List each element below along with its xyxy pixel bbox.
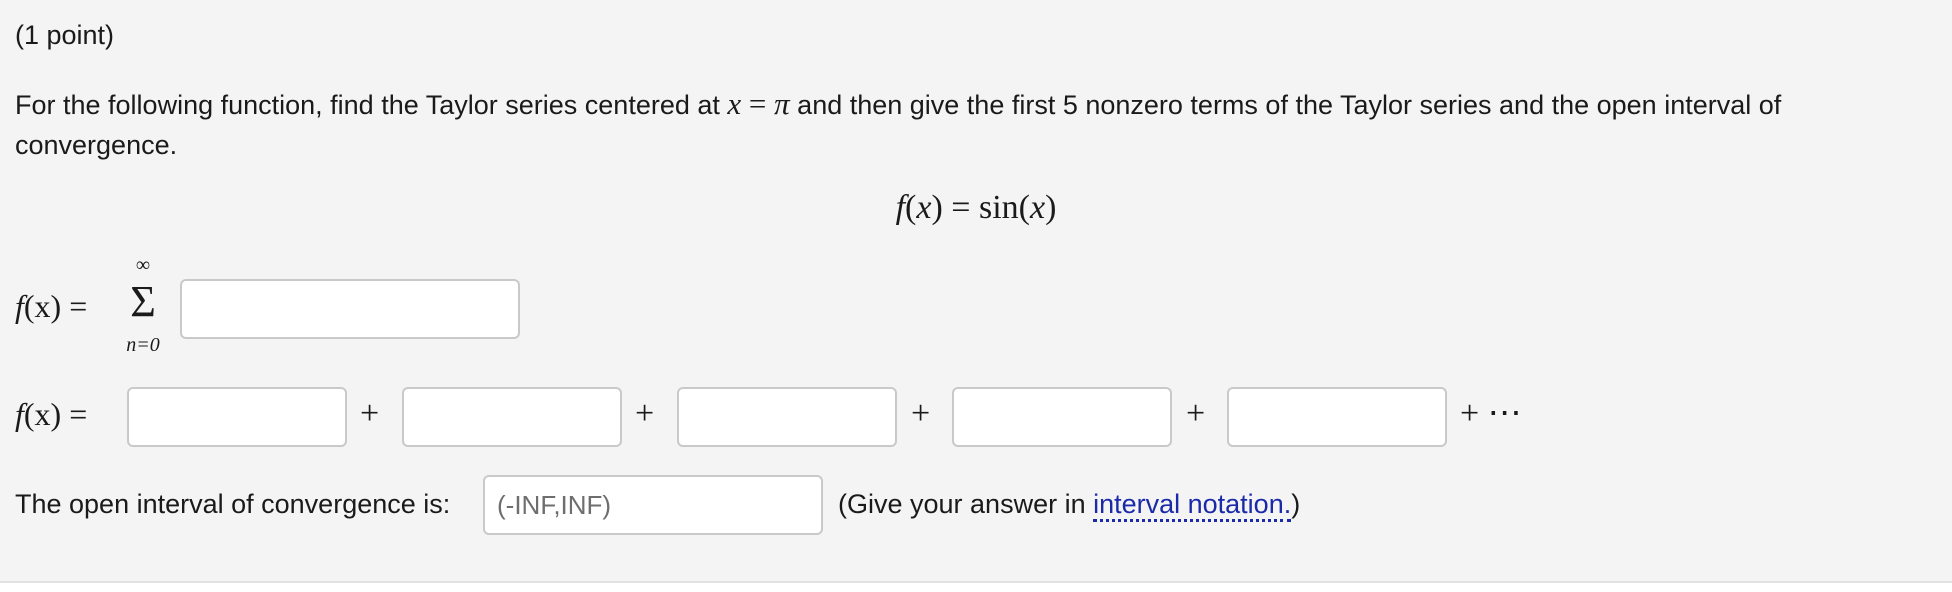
interval-notation-link[interactable]: interval notation. [1093, 489, 1292, 522]
term-2-input[interactable] [402, 387, 622, 447]
sum-lower-limit: n=0 [126, 334, 160, 356]
function-rhs-sin: sin( [978, 189, 1030, 226]
terms-label-f: f [15, 396, 24, 432]
series-term-input[interactable] [180, 279, 520, 339]
summation-sign: ∞ Σ n=0 [118, 254, 168, 364]
trailing-ellipsis: + ⋯ [1460, 395, 1522, 432]
interval-hint: (Give your answer in interval notation.) [838, 484, 1300, 524]
problem-prompt: For the following function, find the Tay… [15, 84, 1915, 165]
series-label-f: f [15, 288, 24, 324]
math-equals: = [741, 86, 775, 121]
problem-panel: (1 point) For the following function, fi… [0, 0, 1952, 583]
terms-label: f(x) = [15, 394, 87, 434]
interval-input[interactable] [483, 475, 823, 535]
point-value: (1 point) [15, 20, 115, 50]
terms-label-rest: (x) = [23, 396, 88, 432]
function-name: f [895, 189, 906, 226]
interval-label: The open interval of convergence is: [15, 489, 451, 519]
function-display: f(x) = sin(x) [0, 186, 1952, 230]
plus-sign-4: + [1186, 395, 1206, 432]
term-1-input[interactable] [127, 387, 347, 447]
hint-text-end: ) [1291, 489, 1301, 519]
sum-upper-limit: ∞ [135, 254, 151, 276]
term-5-input[interactable] [1227, 387, 1447, 447]
function-equals: ) = [931, 189, 979, 226]
plus-sign-1: + [360, 395, 380, 432]
math-pi: π [774, 86, 790, 121]
function-open-paren: ( [905, 189, 917, 226]
term-3-input[interactable] [677, 387, 897, 447]
series-label-rest: (x) = [23, 288, 88, 324]
hint-text-start: (Give your answer in [838, 489, 1094, 519]
function-rhs-arg: x [1029, 189, 1046, 226]
function-rhs-close: ) [1045, 189, 1057, 226]
plus-sign-3: + [911, 395, 931, 432]
sigma-symbol: Σ [130, 277, 156, 326]
prompt-text-start: For the following function, find the Tay… [15, 90, 728, 120]
series-label: f(x) = [15, 286, 87, 326]
function-arg: x [916, 189, 932, 226]
term-4-input[interactable] [952, 387, 1172, 447]
plus-sign-2: + [635, 395, 655, 432]
math-variable-x: x [727, 86, 742, 121]
